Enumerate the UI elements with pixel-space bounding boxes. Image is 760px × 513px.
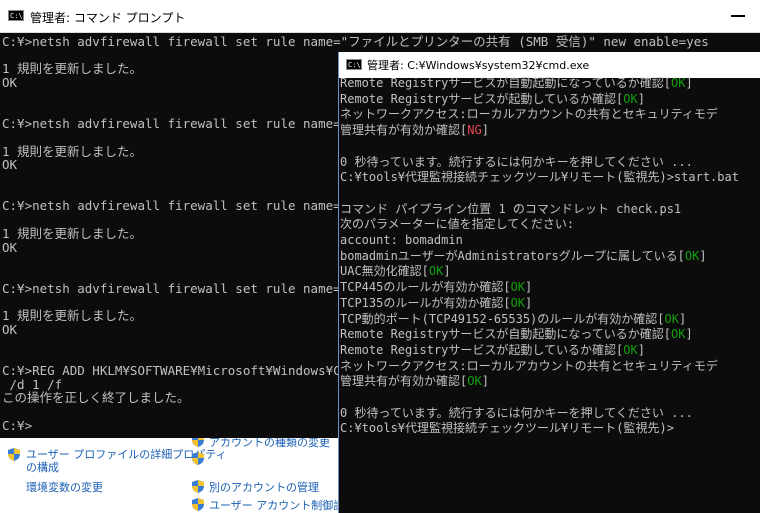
console-line: OK [2,321,18,337]
cmd-icon: C:\ [8,10,24,21]
change-account-type-link[interactable]: アカウントの種類の変更 [209,436,330,450]
console-line: C:¥tools¥代理監視接続チェックツール¥リモート(監視先)> [340,421,674,436]
console-line-text: 0 秒待っています。続行するには何かキーを押してください ... [340,154,693,169]
console-line-text: 0 秒待っています。続行するには何かキーを押してください ... [340,405,693,420]
console-line: 1 規則を更新しました。 [2,225,143,241]
console-line: account: bomadmin [340,233,463,248]
console-line-text: コマンド パイプライン位置 1 のコマンドレット check.ps1 [340,201,682,216]
console-line: コマンド パイプライン位置 1 のコマンドレット check.ps1 [340,202,681,217]
check-status: OK [467,374,482,389]
console-line-text: 管理共有が有効か確認[ [340,374,468,389]
console-line: Remote Registryサービスが自動起動になっているか確認[OK] [340,327,693,342]
title-bar[interactable]: C:\ 管理者: コマンド プロンプト [0,0,760,33]
console-line-tail: ] [637,91,645,106]
console-line-tail: ] [685,76,693,90]
check-status: OK [623,91,638,106]
console-line-text: ネットワークアクセス:ローカルアカウントの共有とセキュリティモデ [340,358,718,373]
console-line: TCP動的ポート(TCP49152-65535)のルールが有効か確認[OK] [340,312,686,327]
console-line: OK [2,239,18,255]
console-line: 1 規則を更新しました。 [2,143,143,159]
console-line: bomadminユーザーがAdministratorsグループに属している[OK… [340,249,707,264]
console-line: 0 秒待っています。続行するには何かキーを押してください ... [340,406,693,421]
console-line-text: Remote Registryサービスが自動起動になっているか確認[ [340,76,671,90]
console-line-text: 次のパラメーターに値を指定してください: [340,217,575,232]
uac-shield-icon [192,498,204,511]
check-status: OK [671,327,686,342]
console-output[interactable]: Remote Registryサービスが自動起動になっているか確認[OK] Rem… [339,76,760,513]
console-line: Remote Registryサービスが自動起動になっているか確認[OK] [340,76,693,91]
check-status: OK [684,248,700,263]
check-status: NG [467,123,482,138]
console-line-text: Remote Registryサービスが起動しているか確認[ [340,342,624,357]
cmd-exe-window[interactable]: C:\ 管理者: C:¥Windows¥system32¥cmd.exe Rem… [338,52,760,513]
console-line-text: 管理共有が有効か確認[ [340,123,468,138]
environment-variables-link[interactable]: 環境変数の変更 [26,481,103,495]
console-line-tail: ] [685,327,693,342]
console-line-text: bomadminユーザーがAdministratorsグループに属している[ [340,248,685,263]
console-line-text: C:¥tools¥代理監視接続チェックツール¥リモート(監視先)>start.b… [340,170,739,185]
console-line-tail: ] [637,342,645,357]
console-line-text: UAC無効化確認[ [340,264,429,279]
console-line: TCP445のルールが有効か確認[OK] [340,280,532,295]
advanced-profile-properties-link-cont[interactable]: の構成 [26,461,59,475]
console-line: 管理共有が有効か確認[NG] [340,123,489,138]
console-line-text: ネットワークアクセス:ローカルアカウントの共有とセキュリティモデ [340,107,718,122]
console-line: OK [2,157,18,173]
console-line: C:¥>netsh advfirewall firewall set rule … [2,198,374,214]
check-status: OK [510,280,526,295]
title-bar[interactable]: C:\ 管理者: C:¥Windows¥system32¥cmd.exe [339,52,760,78]
console-line: Remote Registryサービスが起動しているか確認[OK] [340,343,645,358]
console-line-text: account: bomadmin [340,233,463,247]
check-status: OK [623,342,638,357]
console-line-text: TCP445のルールが有効か確認[ [340,280,511,295]
console-line-text: TCP135のルールが有効か確認[ [340,295,511,310]
minimize-button[interactable] [731,15,745,17]
console-line-text: TCP動的ポート(TCP49152-65535)のルールが有効か確認[ [340,311,665,326]
console-line-tail: ] [481,374,489,389]
console-line-tail: ] [525,280,533,295]
console-line: ネットワークアクセス:ローカルアカウントの共有とセキュリティモデ [340,359,718,374]
console-line: 次のパラメーターに値を指定してください: [340,217,574,232]
console-line: TCP135のルールが有効か確認[OK] [340,296,532,311]
cmd-icon: C:\ [346,59,362,70]
console-line-tail: ] [443,264,451,279]
check-status: OK [671,76,686,90]
console-line-tail: ] [699,248,707,263]
uac-shield-icon [8,448,20,461]
console-line: 1 規則を更新しました。 [2,61,143,77]
console-line: C:¥>netsh advfirewall firewall set rule … [2,280,374,296]
control-panel-background: アカウントの種類の変更 ユーザー プロファイルの詳細プロパティ の構成 環境変数… [0,430,377,513]
console-line: 1 規則を更新しました。 [2,308,143,323]
console-line: C:¥>netsh advfirewall firewall set rule … [2,34,709,49]
window-title: 管理者: コマンド プロンプト [30,11,186,25]
uac-shield-icon [192,480,204,493]
console-line-tail: ] [678,311,687,326]
console-line: 管理共有が有効か確認[OK] [340,374,489,389]
console-line-text: C:¥tools¥代理監視接続チェックツール¥リモート(監視先)> [340,421,674,436]
uac-shield-icon [192,452,204,465]
console-line: UAC無効化確認[OK] [340,264,451,279]
console-line-tail: ] [481,123,489,138]
console-line: ネットワークアクセス:ローカルアカウントの共有とセキュリティモデ [340,107,718,122]
check-status: OK [428,264,444,279]
check-status: OK [510,295,526,310]
manage-other-account-link[interactable]: 別のアカウントの管理 [209,481,319,495]
console-line: OK [2,75,18,91]
console-line-text: Remote Registryサービスが起動しているか確認[ [340,91,624,106]
window-title: 管理者: C:¥Windows¥system32¥cmd.exe [367,59,590,72]
console-line: C:¥> [2,417,33,433]
check-status: OK [664,311,679,326]
console-line: C:¥tools¥代理監視接続チェックツール¥リモート(監視先)>start.b… [340,170,739,185]
console-line-text: Remote Registryサービスが自動起動になっているか確認[ [340,327,671,342]
console-line-tail: ] [525,295,533,310]
console-line: この操作を正しく終了しました。 [2,390,190,406]
console-line: C:¥>netsh advfirewall firewall set rule … [2,116,379,132]
console-line: Remote Registryサービスが起動しているか確認[OK] [340,92,645,107]
console-line: 0 秒待っています。続行するには何かキーを押してください ... [340,155,693,170]
